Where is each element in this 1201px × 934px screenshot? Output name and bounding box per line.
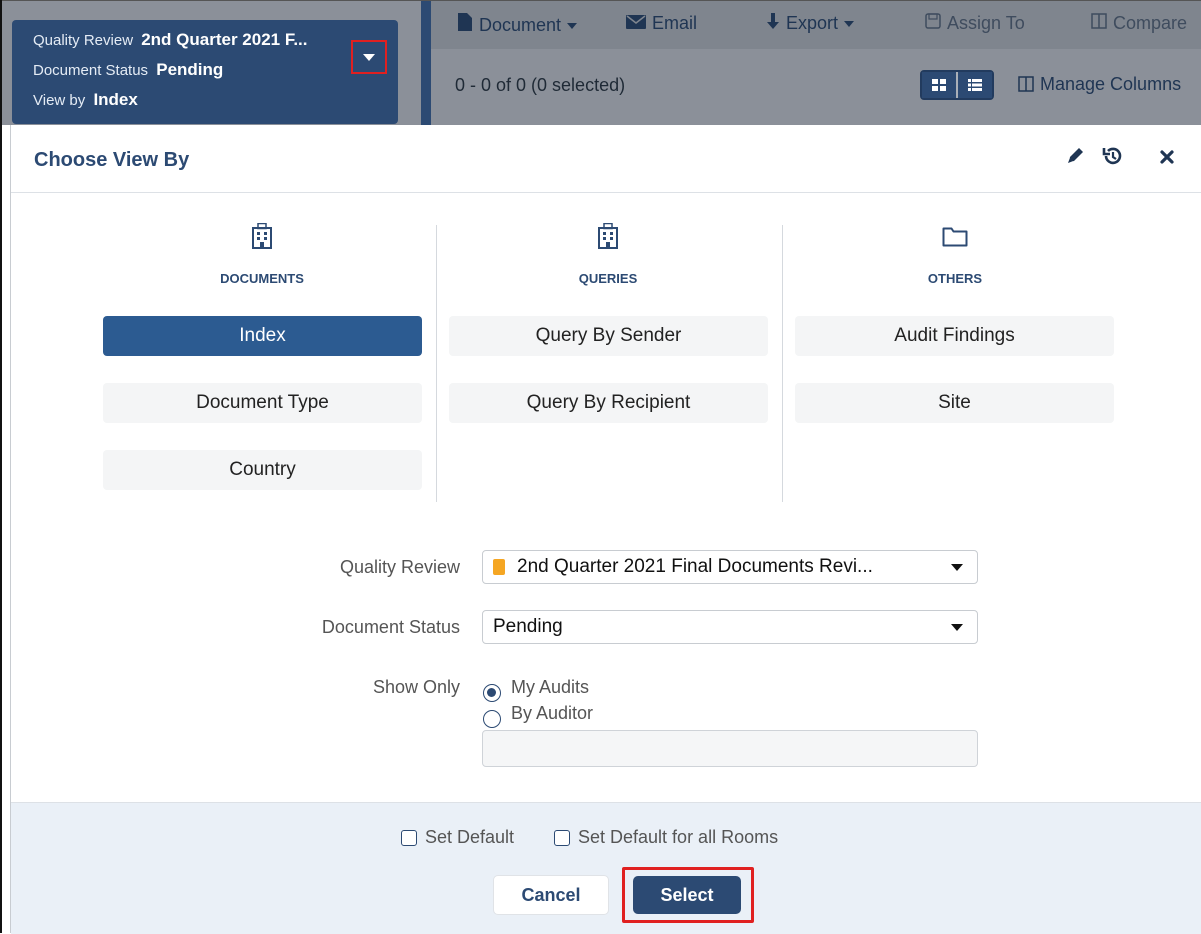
radio-my-audits-control[interactable] [483, 684, 501, 702]
quality-review-label: Quality Review [339, 557, 460, 577]
category-others-label: OTHERS [927, 271, 983, 286]
context-view-by-value: Index [93, 90, 138, 109]
building-icon [242, 222, 282, 254]
list-icon [968, 79, 982, 91]
set-default-all-rooms-label: Set Default for all Rooms [578, 827, 779, 847]
column-divider [782, 225, 783, 502]
context-view-by-label: View by [33, 92, 86, 109]
view-toggle [920, 70, 994, 100]
toolbar: Document Email Export Assign To Compare [431, 1, 1201, 49]
edit-icon[interactable] [1066, 145, 1086, 171]
chevron-down-icon [363, 53, 375, 61]
context-panel: Quality Review 2nd Quarter 2021 F... Doc… [12, 20, 398, 124]
manage-columns-button[interactable]: Manage Columns [1018, 74, 1181, 97]
context-quality-review-value: 2nd Quarter 2021 F... [141, 30, 308, 49]
context-quality-review: Quality Review 2nd Quarter 2021 F... [33, 30, 308, 50]
grid-view-button[interactable] [922, 72, 956, 98]
view-option-query-by-sender[interactable]: Query By Sender [449, 316, 768, 356]
frame-left-border [0, 0, 2, 933]
arrow-down-icon [766, 13, 780, 34]
cancel-button[interactable]: Cancel [493, 875, 609, 915]
list-view-button[interactable] [956, 72, 992, 98]
document-status-select-value: Pending [493, 616, 563, 637]
compare-label: Compare [1113, 13, 1188, 33]
columns-icon [1091, 13, 1107, 34]
view-option-query-by-recipient[interactable]: Query By Recipient [449, 383, 768, 423]
quality-review-select-value: 2nd Quarter 2021 Final Documents Revi... [517, 556, 873, 577]
assign-to-label: Assign To [947, 13, 1025, 33]
results-count: 0 - 0 of 0 (0 selected) [455, 75, 626, 95]
view-option-audit-findings[interactable]: Audit Findings [795, 316, 1114, 356]
folder-icon [935, 225, 975, 252]
chevron-down-icon [951, 624, 963, 631]
choose-view-by-dialog: Choose View By DOCUMENTS QUERIES OTHERS … [10, 125, 1201, 934]
context-document-status-value: Pending [156, 60, 224, 79]
close-icon[interactable] [1159, 145, 1175, 171]
context-view-by: View by Index [33, 90, 138, 110]
document-status-label: Document Status [321, 617, 460, 637]
quality-review-select[interactable]: 2nd Quarter 2021 Final Documents Revi... [482, 550, 978, 584]
email-label: Email [652, 13, 698, 33]
view-option-country[interactable]: Country [103, 450, 422, 490]
context-document-status: Document Status Pending [33, 60, 223, 80]
category-documents-label: DOCUMENTS [220, 271, 304, 286]
select-button-highlight: Select [622, 867, 754, 923]
radio-my-audits[interactable]: My Audits [483, 677, 589, 702]
chevron-down-icon [844, 21, 855, 28]
radio-by-auditor-control[interactable] [483, 710, 501, 728]
export-label: Export [786, 13, 839, 33]
view-option-document-type[interactable]: Document Type [103, 383, 422, 423]
select-button[interactable]: Select [633, 876, 741, 914]
set-default-all-rooms-checkbox-box[interactable] [554, 829, 570, 846]
envelope-icon [626, 13, 646, 34]
save-icon [925, 13, 941, 34]
context-dropdown-button[interactable] [351, 40, 387, 74]
view-option-index[interactable]: Index [103, 316, 422, 356]
show-only-label: Show Only [372, 677, 460, 697]
document-menu-button[interactable]: Document [457, 13, 578, 36]
assign-to-button[interactable]: Assign To [925, 13, 1025, 34]
manage-columns-label: Manage Columns [1040, 74, 1182, 94]
compare-button[interactable]: Compare [1091, 13, 1187, 34]
context-quality-review-label: Quality Review [33, 32, 134, 49]
book-icon [493, 559, 505, 575]
column-divider [436, 225, 437, 502]
grid-icon [932, 79, 946, 91]
building-icon [588, 222, 628, 254]
document-menu-label: Document [479, 15, 562, 35]
context-document-status-label: Document Status [33, 62, 149, 79]
category-queries-label: QUERIES [578, 271, 638, 286]
document-icon [457, 13, 473, 36]
dialog-title: Choose View By [34, 149, 190, 171]
dialog-header: Choose View By [11, 125, 1201, 193]
view-option-site[interactable]: Site [795, 383, 1114, 423]
columns-icon [1018, 76, 1034, 97]
radio-by-auditor[interactable]: By Auditor [483, 703, 593, 728]
export-menu-button[interactable]: Export [766, 13, 855, 34]
dialog-footer: Set Default Set Default for all Rooms Ca… [11, 802, 1201, 934]
chevron-down-icon [951, 564, 963, 571]
set-default-checkbox[interactable]: Set Default [401, 827, 514, 848]
reset-history-icon[interactable] [1102, 145, 1124, 173]
radio-by-auditor-label: By Auditor [511, 703, 594, 723]
document-status-select[interactable]: Pending [482, 610, 978, 644]
header-divider [421, 1, 431, 125]
set-default-label: Set Default [425, 827, 515, 847]
chevron-down-icon [567, 23, 578, 30]
email-button[interactable]: Email [626, 13, 697, 34]
set-default-checkbox-box[interactable] [401, 829, 417, 846]
radio-my-audits-label: My Audits [511, 677, 590, 697]
set-default-all-rooms-checkbox[interactable]: Set Default for all Rooms [554, 827, 778, 848]
auditor-input[interactable] [482, 730, 978, 767]
